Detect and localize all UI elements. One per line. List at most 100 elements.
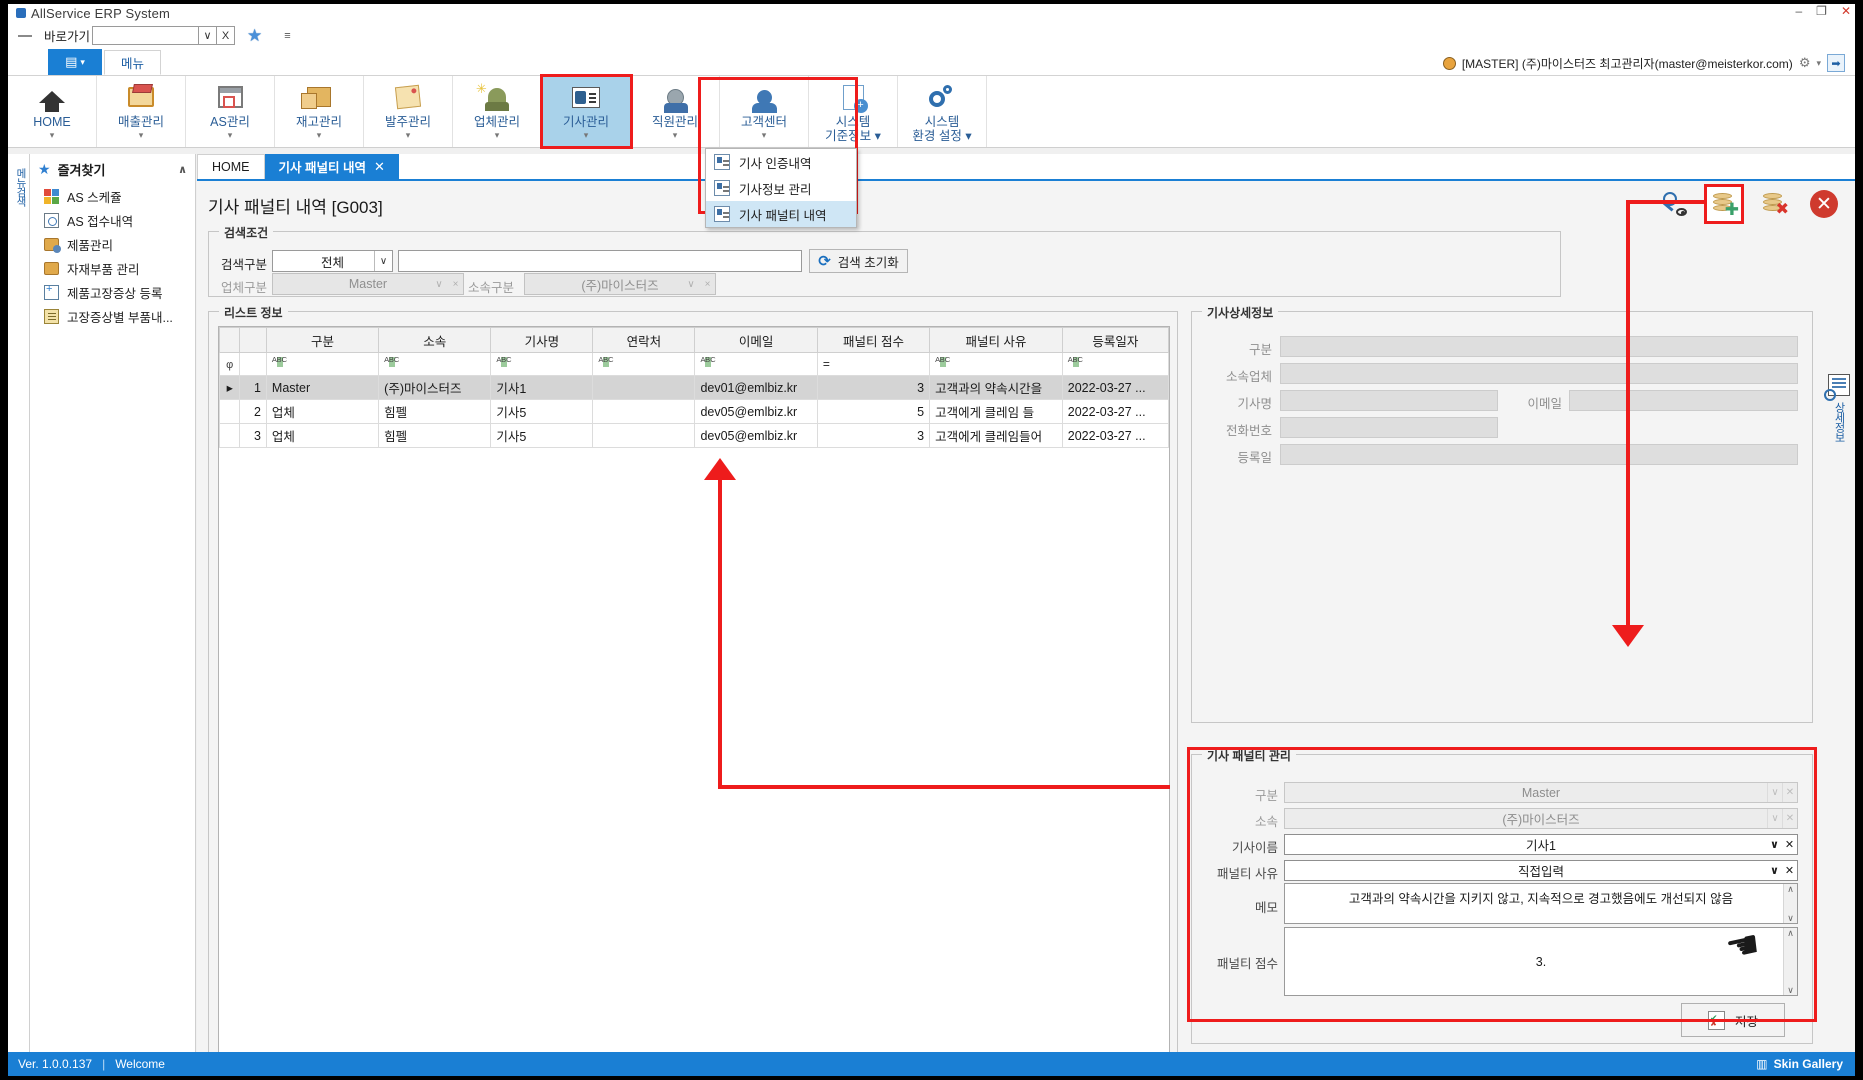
search-type-caret-icon[interactable]: ∨ — [374, 251, 392, 271]
col-date[interactable]: 등록일자 — [1061, 327, 1170, 353]
col-email[interactable]: 이메일 — [694, 327, 818, 353]
app-menu-button[interactable]: ▤ ▾ — [48, 49, 102, 75]
penalty-name-caret-icon[interactable]: ∨ — [1767, 835, 1782, 854]
cell-score: 3 — [816, 375, 931, 400]
col-name[interactable]: 기사명 — [490, 327, 594, 353]
ribbon-item-as[interactable]: AS관리 ▾ — [186, 76, 275, 147]
col-sosok[interactable]: 소속 — [378, 327, 492, 353]
penalty-memo-textarea[interactable]: 고객과의 약속시간을 지키지 않고, 지속적으로 경고했음에도 개선되지 않음 … — [1284, 883, 1798, 924]
favorites-collapse-icon[interactable]: ∧ — [178, 163, 187, 176]
penalty-score-textarea[interactable]: 3. ∧ ∨ — [1284, 927, 1798, 996]
col-phone[interactable]: 연락처 — [592, 327, 696, 353]
penalty-field-name[interactable]: 기사1 ∨ ✕ — [1284, 834, 1798, 855]
db-add-button[interactable]: ✚ — [1704, 184, 1744, 224]
score-scrollbar[interactable]: ∧ ∨ — [1783, 928, 1797, 995]
ribbon-item-system-config[interactable]: 시스템 환경 설정 ▾ — [898, 76, 987, 147]
favorite-star-icon[interactable]: ★ — [247, 26, 262, 46]
ribbon-caret-home[interactable]: ▾ — [50, 130, 55, 141]
filter-sosok-cell[interactable] — [378, 352, 492, 376]
sidebar-item-product[interactable]: 제품관리 — [30, 232, 195, 256]
filter-score-cell[interactable]: = — [816, 352, 931, 376]
ribbon-caret-sales[interactable]: ▾ — [139, 130, 144, 141]
filter-reason-cell[interactable] — [929, 352, 1063, 376]
tab-penalty-history[interactable]: 기사 패널티 내역 ✕ — [264, 154, 399, 179]
detail-label-email: 이메일 — [1527, 397, 1562, 411]
col-gubun[interactable]: 구분 — [265, 327, 380, 353]
score-scroll-up-icon[interactable]: ∧ — [1787, 928, 1794, 938]
detail-field-gubun — [1280, 336, 1798, 357]
ribbon-caret-vendor[interactable]: ▾ — [495, 130, 500, 141]
ribbon-item-system-baseinfo[interactable]: 시스템 기준정보 ▾ — [809, 76, 898, 147]
col-reason[interactable]: 패널티 사유 — [929, 327, 1063, 353]
save-button[interactable]: 저장 — [1681, 1003, 1785, 1037]
tab-home[interactable]: HOME — [197, 154, 265, 179]
close-button[interactable]: ✕ — [1841, 4, 1851, 18]
filter-email-cell[interactable] — [694, 352, 818, 376]
penalty-reason-caret-icon[interactable]: ∨ — [1767, 861, 1782, 880]
search-reset-button[interactable]: ⟳ 검색 초기화 — [809, 249, 908, 273]
window-controls[interactable]: – ❐ ✕ — [1795, 4, 1851, 18]
sidebar-item-symptom-register[interactable]: 제품고장증상 등록 — [30, 280, 195, 304]
ribbon-item-home[interactable]: HOME ▾ — [8, 76, 97, 147]
db-delete-button[interactable]: ✖ — [1757, 187, 1791, 221]
tab-menu[interactable]: 메뉴 — [104, 50, 162, 75]
favorites-header[interactable]: ★ 즐겨찾기 ∧ — [30, 154, 195, 184]
maximize-button[interactable]: ❐ — [1816, 4, 1827, 18]
menu-item-tech-info[interactable]: 기사정보 관리 — [706, 175, 856, 201]
search-keyword-input[interactable] — [398, 250, 802, 272]
memo-scroll-up-icon[interactable]: ∧ — [1787, 884, 1794, 894]
menu-item-cert-history[interactable]: 기사 인증내역 — [706, 149, 856, 175]
memo-scroll-down-icon[interactable]: ∨ — [1787, 913, 1794, 923]
shortcut-dropdown-icon[interactable]: ∨ — [199, 26, 218, 45]
table-row[interactable]: 2 업체 힘펠 기사5 dev05@emlbiz.kr 5 고객에게 클레임 들… — [218, 399, 1170, 424]
ribbon-item-staff[interactable]: 직원관리 ▾ — [631, 76, 720, 147]
ribbon-caret-staff[interactable]: ▾ — [673, 130, 678, 141]
filter-pin-icon[interactable]: φ — [226, 359, 233, 371]
detail-info-vertical-tab[interactable]: 상세정보 — [1824, 374, 1853, 442]
hamburger-icon[interactable] — [18, 34, 32, 37]
score-scroll-down-icon[interactable]: ∨ — [1787, 985, 1794, 995]
ribbon-caret-customer-center[interactable]: ▾ — [762, 130, 767, 141]
quick-access-more-icon[interactable]: ≡ — [284, 30, 290, 42]
table-filter-row[interactable]: φ = — [218, 352, 1170, 376]
ribbon-caret-purchase[interactable]: ▾ — [406, 130, 411, 141]
sidebar-item-parts[interactable]: 자재부품 관리 — [30, 256, 195, 280]
search-type-select[interactable]: 전체 ∨ — [272, 250, 393, 272]
settings-caret-icon[interactable]: ▾ — [1816, 58, 1821, 69]
tab-close-icon[interactable]: ✕ — [374, 159, 385, 175]
penalty-grid[interactable]: 구분 소속 기사명 연락처 이메일 패널티 점수 패널티 사유 등록일자 φ A… — [218, 326, 1170, 1076]
logout-icon[interactable]: ➡ — [1827, 54, 1845, 72]
ribbon-item-technician[interactable]: 기사관리 ▾ — [540, 74, 633, 149]
ribbon-caret-technician[interactable]: ▾ — [584, 130, 589, 141]
filter-name-cell[interactable] — [490, 352, 594, 376]
ribbon-item-purchase[interactable]: 발주관리 ▾ — [364, 76, 453, 147]
col-score[interactable]: 패널티 점수 — [816, 327, 931, 353]
sidebar-item-as-receipt[interactable]: AS 접수내역 — [30, 208, 195, 232]
penalty-field-reason[interactable]: 직접입력 ∨ ✕ — [1284, 860, 1798, 881]
sidebar-item-symptom-parts[interactable]: 고장증상별 부품내... — [30, 304, 195, 328]
sidebar-item-as-schedule[interactable]: AS 스케쥴 — [30, 184, 195, 208]
table-row[interactable]: 3 업체 힘펠 기사5 dev05@emlbiz.kr 3 고객에게 클레임들어… — [218, 423, 1170, 448]
search-view-button[interactable] — [1657, 187, 1691, 221]
settings-gear-icon[interactable]: ⚙ — [1799, 55, 1811, 71]
ribbon-item-vendor[interactable]: 업체관리 ▾ — [453, 76, 542, 147]
shortcut-clear-icon[interactable]: X — [217, 26, 236, 45]
minimize-button[interactable]: – — [1795, 4, 1802, 18]
memo-scrollbar[interactable]: ∧ ∨ — [1783, 884, 1797, 923]
penalty-name-clear-icon[interactable]: ✕ — [1782, 835, 1797, 854]
shortcut-input[interactable] — [92, 26, 200, 45]
filter-date-cell[interactable] — [1061, 352, 1170, 376]
ribbon-caret-as[interactable]: ▾ — [228, 130, 233, 141]
skin-gallery-button[interactable]: ▥ Skin Gallery — [1756, 1057, 1843, 1071]
filter-gubun-cell[interactable] — [265, 352, 380, 376]
ribbon-caret-inventory[interactable]: ▾ — [317, 130, 322, 141]
close-window-button[interactable]: ✕ — [1807, 187, 1841, 221]
filter-phone-cell[interactable] — [592, 352, 696, 376]
ribbon-item-inventory[interactable]: 재고관리 ▾ — [275, 76, 364, 147]
ribbon-item-customer-center[interactable]: 고객센터 ▾ — [720, 76, 809, 147]
ribbon-item-sales[interactable]: 매출관리 ▾ — [97, 76, 186, 147]
menu-item-penalty-history[interactable]: 기사 패널티 내역 — [706, 201, 856, 227]
penalty-reason-clear-icon[interactable]: ✕ — [1782, 861, 1797, 880]
table-row[interactable]: ▸ 1 Master (주)마이스터즈 기사1 dev01@emlbiz.kr … — [218, 375, 1170, 400]
menu-search-vertical-tab[interactable]: 메뉴검색 — [8, 168, 29, 206]
